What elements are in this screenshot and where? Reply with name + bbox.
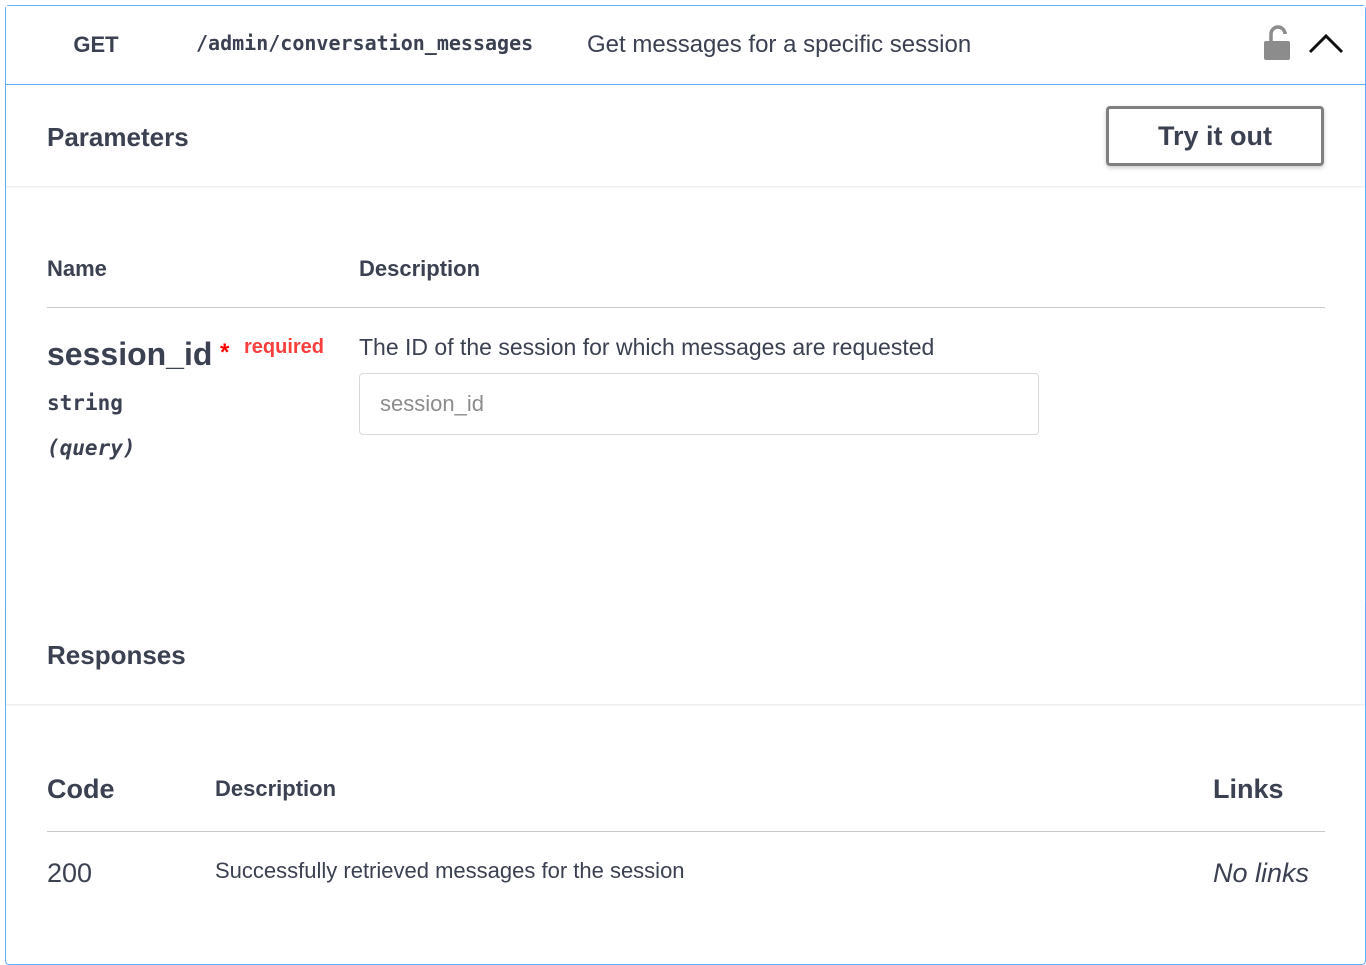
try-it-out-button[interactable]: Try it out (1106, 106, 1324, 166)
endpoint-summary: Get messages for a specific session (587, 31, 972, 58)
param-table-divider (47, 307, 1325, 308)
required-label: required (244, 336, 325, 358)
endpoint-path: /admin/conversation_messages (196, 31, 534, 55)
http-method-badge: GET (73, 32, 119, 57)
response-code: 200 (47, 858, 93, 888)
responses-title: Responses (47, 640, 186, 670)
param-type: string (47, 391, 123, 415)
response-description: Successfully retrieved messages for the … (215, 858, 685, 883)
response-links: No links (1213, 858, 1310, 888)
lock-open-icon[interactable] (1262, 24, 1292, 62)
param-description: The ID of the session for which messages… (359, 334, 935, 360)
resp-col-description: Description (215, 776, 337, 801)
param-location: (query) (47, 436, 136, 460)
param-name: session_id (47, 336, 213, 372)
parameters-title: Parameters (47, 122, 189, 152)
operation-summary[interactable]: GET /admin/conversation_messages Get mes… (6, 6, 1365, 85)
resp-col-code: Code (47, 774, 115, 804)
parameters-header: Parameters Try it out (6, 86, 1365, 186)
resp-table-divider (47, 831, 1325, 832)
resp-col-links: Links (1213, 774, 1284, 804)
operation-block: GET /admin/conversation_messages Get mes… (5, 5, 1366, 965)
param-col-description: Description (359, 256, 481, 281)
chevron-up-icon[interactable] (1306, 28, 1346, 58)
responses-header: Responses (6, 602, 1365, 704)
session-id-input[interactable] (359, 373, 1039, 435)
required-star: * (220, 339, 230, 366)
param-col-name: Name (47, 256, 107, 281)
